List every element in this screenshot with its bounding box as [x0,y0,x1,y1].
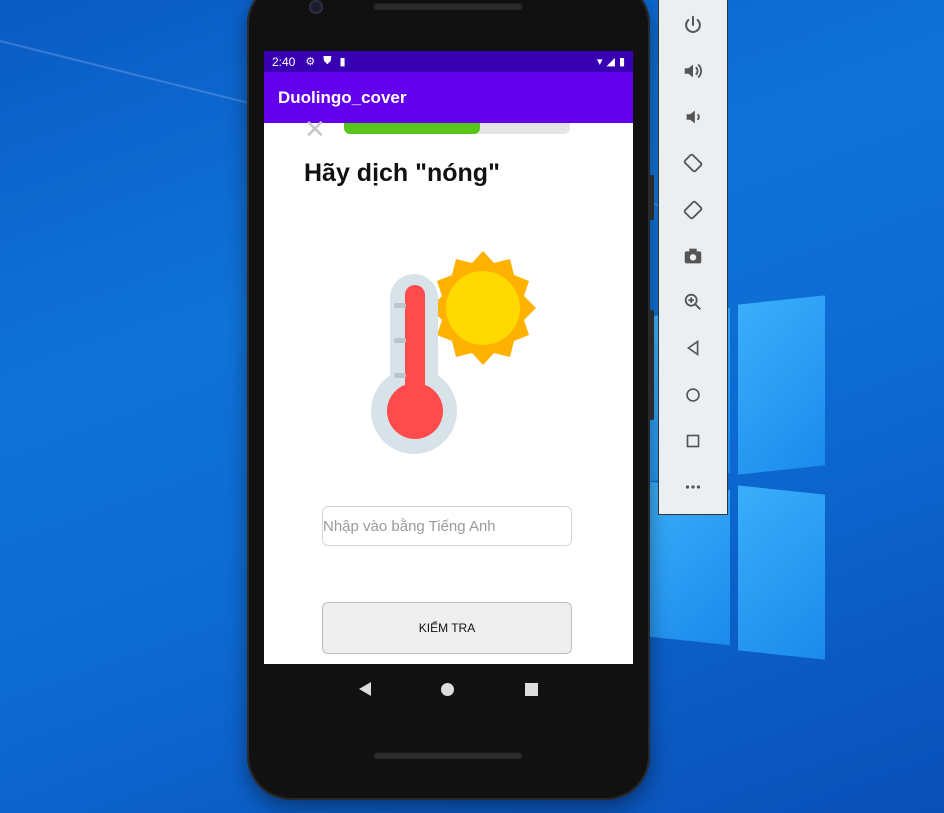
volume-up-icon [684,63,702,79]
signal-icon: ◢ [606,56,615,68]
thermometer-tick [394,373,406,378]
back-icon [686,340,699,357]
lesson-progress-fill [344,123,480,134]
volume-down-button[interactable] [673,98,713,137]
zoom-icon [684,293,701,311]
close-icon[interactable]: ✕ [304,116,326,142]
home-icon[interactable] [441,682,455,696]
question-title: Hãy dịch "nóng" [304,159,500,187]
thermometer-tick [394,338,406,343]
phone-frame: 2:40 ⚙ ⛊ ▮ ▾ ◢ ▮ Duolingo_cover ✕ Hãy dị… [247,0,654,800]
thermometer-tick [394,303,406,308]
wifi-icon: ▾ [596,56,603,68]
top-speaker [373,2,523,10]
emulator-back-button[interactable] [673,329,713,368]
status-time: 2:40 [272,54,296,69]
screenshot-button[interactable] [673,236,713,275]
bottom-speaker [373,751,523,759]
emulator-toolbar [658,0,728,515]
rotate-left-icon [683,154,703,173]
recent-apps-icon[interactable] [524,682,538,696]
volume-up-button[interactable] [673,51,713,90]
front-camera [309,0,323,14]
emulator-home-button[interactable] [673,375,713,414]
rotate-right-button[interactable] [673,190,713,229]
status-bar: 2:40 ⚙ ⛊ ▮ ▾ ◢ ▮ [264,51,633,72]
shield-icon: ⛊ [323,55,332,67]
android-nav-bar [264,664,633,714]
thermometer-bulb [387,383,443,439]
app-screen: 2:40 ⚙ ⛊ ▮ ▾ ◢ ▮ Duolingo_cover ✕ Hãy dị… [264,51,633,664]
more-icon [685,485,701,489]
side-button [650,175,654,220]
overview-icon [686,434,700,448]
power-button[interactable] [673,5,713,44]
sun-core [446,271,520,345]
sd-card-icon: ▮ [339,56,346,68]
home-icon [686,387,700,402]
battery-icon: ▮ [618,56,625,68]
power-icon [685,15,701,33]
back-icon[interactable] [359,682,372,696]
check-button[interactable]: KIỂM TRA [322,602,572,654]
side-button [650,310,654,420]
volume-down-icon [686,110,700,124]
zoom-button[interactable] [673,283,713,322]
gear-icon: ⚙ [305,56,316,68]
rotate-right-icon [683,200,703,219]
answer-input[interactable] [322,506,572,546]
rotate-left-button[interactable] [673,144,713,183]
emulator-overview-button[interactable] [673,421,713,460]
lesson-progress-bar [344,123,570,134]
thermometer-sun-icon [371,251,536,454]
camera-icon [684,248,702,264]
more-button[interactable] [673,468,713,507]
